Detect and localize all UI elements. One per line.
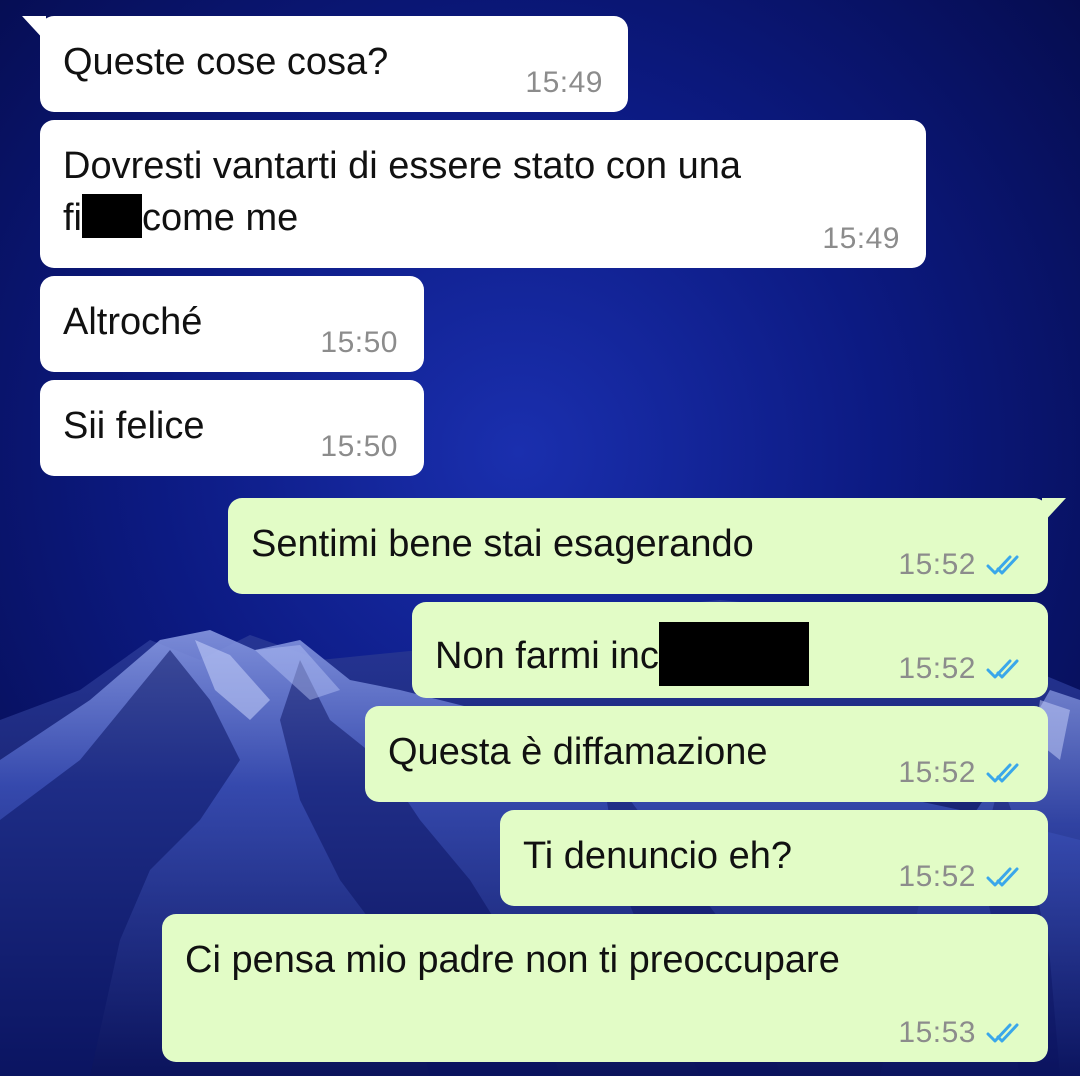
double-check-icon bbox=[986, 659, 1019, 679]
double-check-icon bbox=[986, 867, 1019, 887]
incoming-message[interactable]: Sii felice 15:50 bbox=[40, 380, 424, 476]
bubble-tail bbox=[1042, 498, 1066, 524]
message-text-line-1: Dovresti vantarti di essere stato con un… bbox=[63, 145, 742, 187]
outgoing-message[interactable]: Questa è diffamazione 15:52 bbox=[365, 706, 1048, 802]
outgoing-message[interactable]: Sentimi bene stai esagerando 15:52 bbox=[228, 498, 1066, 594]
message-meta: 15:50 bbox=[320, 326, 398, 360]
message-meta: 15:52 bbox=[898, 860, 1026, 894]
incoming-message[interactable]: Queste cose cosa? 15:49 bbox=[22, 16, 628, 112]
message-meta: 15:49 bbox=[525, 66, 603, 100]
message-time: 15:53 bbox=[898, 1016, 976, 1049]
message-time: 15:50 bbox=[320, 326, 398, 359]
message-text: Sii felice bbox=[63, 405, 205, 447]
message-time: 15:52 bbox=[898, 860, 976, 893]
message-text: Questa è diffamazione bbox=[388, 731, 768, 773]
double-check-icon bbox=[986, 555, 1019, 575]
message-meta: 15:53 bbox=[898, 1016, 1026, 1050]
incoming-message[interactable]: Dovresti vantarti di essere stato con un… bbox=[40, 120, 926, 268]
message-text-fragment: Non farmi inc bbox=[435, 635, 659, 677]
redaction-box bbox=[658, 622, 809, 686]
outgoing-message[interactable]: Ti denuncio eh? 15:52 bbox=[500, 810, 1048, 906]
message-time: 15:50 bbox=[320, 430, 398, 463]
message-time: 15:49 bbox=[525, 66, 603, 99]
message-text: Altroché bbox=[63, 301, 203, 343]
message-meta: 15:52 bbox=[898, 756, 1026, 790]
incoming-message[interactable]: Altroché 15:50 bbox=[40, 276, 424, 372]
message-meta: 15:50 bbox=[320, 430, 398, 464]
message-time: 15:52 bbox=[898, 756, 976, 789]
message-time: 15:52 bbox=[898, 548, 976, 581]
message-text-fragment: come me bbox=[142, 197, 299, 239]
message-text-line-2: fi come me bbox=[63, 192, 298, 244]
outgoing-message[interactable]: Non farmi inc 15:52 bbox=[412, 602, 1048, 698]
message-time: 15:52 bbox=[898, 652, 976, 685]
double-check-icon bbox=[986, 763, 1019, 783]
message-time: 15:49 bbox=[822, 222, 900, 255]
message-text: Non farmi inc bbox=[435, 622, 809, 686]
message-text: Sentimi bene stai esagerando bbox=[251, 523, 754, 565]
message-meta: 15:49 bbox=[822, 222, 900, 256]
message-text: Ti denuncio eh? bbox=[523, 835, 793, 877]
message-text-fragment: fi bbox=[63, 197, 82, 239]
message-text: Queste cose cosa? bbox=[63, 41, 389, 83]
message-text: Ci pensa mio padre non ti preoccupare bbox=[185, 939, 840, 981]
message-meta: 15:52 bbox=[898, 652, 1026, 686]
double-check-icon bbox=[986, 1023, 1019, 1043]
bubble-tail bbox=[22, 16, 46, 42]
outgoing-message[interactable]: Ci pensa mio padre non ti preoccupare 15… bbox=[162, 914, 1048, 1062]
message-meta: 15:52 bbox=[898, 548, 1026, 582]
redaction-box bbox=[82, 194, 142, 238]
